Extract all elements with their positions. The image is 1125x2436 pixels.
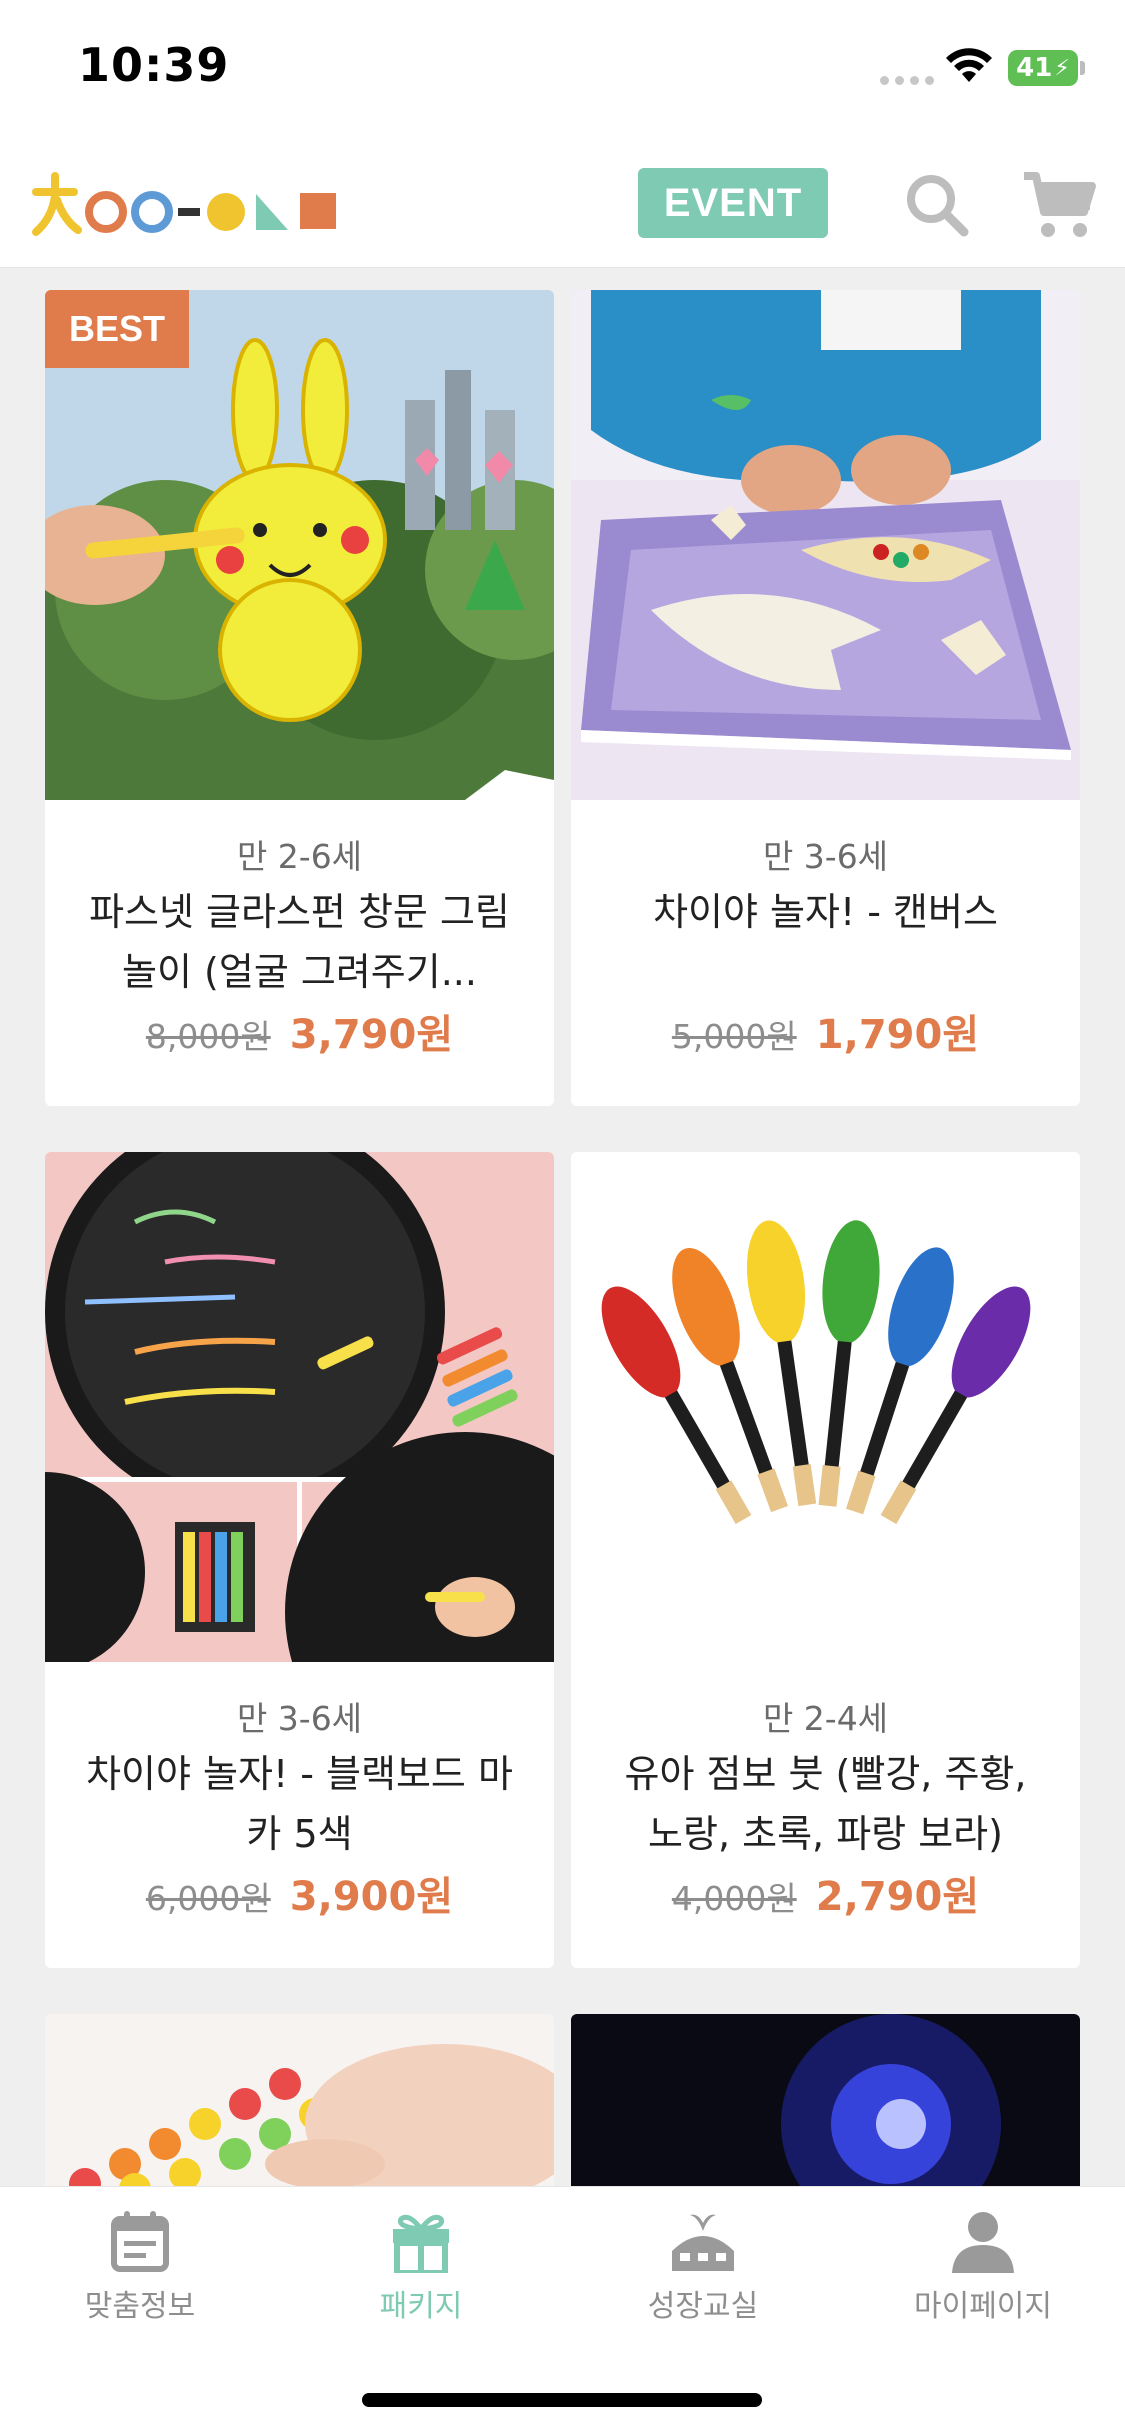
price-row: 6,000원 3,900원: [45, 1864, 554, 1922]
wifi-icon: [946, 48, 992, 82]
product-card[interactable]: [571, 2014, 1080, 2194]
tab-growth-class[interactable]: 성장교실: [593, 2211, 813, 2351]
product-image: BEST: [45, 290, 554, 800]
sale-price: 2,790원: [815, 1874, 980, 1920]
product-name: 차이야 놀자! - 캔버스: [653, 890, 998, 934]
home-indicator: [362, 2393, 762, 2407]
product-name: 차이야 놀자! - 블랙보드 마카 5색: [86, 1752, 513, 1856]
status-time: 10:39: [78, 38, 230, 92]
status-bar: 10:39 41 ⚡: [0, 0, 1125, 140]
product-age: 만 3-6세: [236, 1699, 363, 1738]
app-screen: 10:39 41 ⚡ EVENT BEST 만 2-6세 파스넷 글라스펀 창문…: [0, 0, 1125, 2436]
product-image: [45, 2014, 554, 2194]
product-card[interactable]: 만 3-6세 차이야 놀자! - 블랙보드 마카 5색 6,000원 3,900…: [45, 1152, 554, 1968]
product-image: [571, 1152, 1080, 1662]
tab-label: 패키지: [379, 2289, 463, 2324]
person-icon: [952, 2212, 1014, 2273]
calendar-icon: [111, 2211, 169, 2272]
product-age: 만 3-6세: [762, 837, 889, 876]
tab-label: 맞춤정보: [84, 2289, 196, 2324]
tab-package[interactable]: 패키지: [311, 2211, 531, 2351]
product-image: [571, 290, 1080, 800]
product-name: 유아 점보 붓 (빨강, 주황, 노랑, 초록, 파랑 보라): [624, 1752, 1027, 1856]
app-logo[interactable]: [30, 170, 350, 240]
search-icon[interactable]: [902, 170, 972, 240]
battery-indicator: 41 ⚡: [1008, 50, 1078, 86]
tab-label: 마이페이지: [914, 2289, 1052, 2324]
product-age: 만 2-4세: [762, 1699, 889, 1738]
price-row: 8,000원 3,790원: [45, 1002, 554, 1060]
app-header: EVENT: [0, 140, 1125, 268]
original-price: 4,000원: [671, 1879, 797, 1918]
sale-price: 1,790원: [815, 1012, 980, 1058]
event-button[interactable]: EVENT: [638, 168, 828, 238]
product-image: [571, 2014, 1080, 2194]
battery-level: 41: [1016, 53, 1053, 83]
tab-customized-info[interactable]: 맞춤정보: [30, 2211, 250, 2351]
cellular-signal-icon: [880, 76, 934, 85]
original-price: 5,000원: [671, 1017, 797, 1056]
original-price: 8,000원: [145, 1017, 271, 1056]
price-row: 4,000원 2,790원: [571, 1864, 1080, 1922]
tab-label: 성장교실: [647, 2289, 759, 2324]
product-image: [45, 1152, 554, 1662]
product-card[interactable]: 만 2-4세 유아 점보 붓 (빨강, 주황, 노랑, 초록, 파랑 보라) 4…: [571, 1152, 1080, 1968]
school-icon: [672, 2214, 734, 2271]
best-badge: BEST: [45, 290, 189, 368]
gift-icon: [393, 2214, 449, 2273]
sale-price: 3,900원: [289, 1874, 454, 1920]
product-card[interactable]: 만 3-6세 차이야 놀자! - 캔버스 5,000원 1,790원: [571, 290, 1080, 1106]
cart-icon[interactable]: [1020, 168, 1098, 242]
tab-my-page[interactable]: 마이페이지: [873, 2211, 1093, 2351]
product-card[interactable]: [45, 2014, 554, 2194]
original-price: 6,000원: [145, 1879, 271, 1918]
product-age: 만 2-6세: [236, 837, 363, 876]
sale-price: 3,790원: [289, 1012, 454, 1058]
price-row: 5,000원 1,790원: [571, 1002, 1080, 1060]
product-name: 파스넷 글라스펀 창문 그림 놀이 (얼굴 그려주기...: [89, 890, 510, 994]
product-card[interactable]: BEST 만 2-6세 파스넷 글라스펀 창문 그림 놀이 (얼굴 그려주기..…: [45, 290, 554, 1106]
battery-nub: [1080, 61, 1085, 75]
